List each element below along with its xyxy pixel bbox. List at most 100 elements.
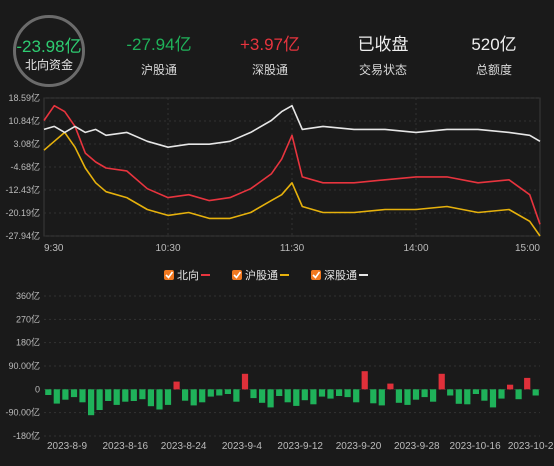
net-flow-bar: [430, 389, 437, 402]
legend-item: 北向: [164, 268, 210, 282]
x-tick-label: 2023-8-16: [103, 441, 149, 452]
net-flow-bar: [489, 389, 497, 408]
sz-connect-label: 深股通: [251, 63, 288, 77]
intraday-line-chart: 18.59亿 10.84亿 3.08亿 -4.68亿 -12.43亿 -20.19亿 -27…: [5, 92, 541, 254]
net-flow-bar: [173, 381, 180, 390]
y-tick-label: 3.08亿: [13, 138, 40, 149]
y-tick-label: 360亿: [16, 290, 40, 301]
net-flow-bar: [310, 389, 317, 405]
net-flow-bar: [498, 389, 505, 399]
legend-label: 沪股通: [245, 268, 278, 282]
net-flow-bar: [344, 389, 351, 398]
net-flow-bar: [53, 389, 60, 404]
x-tick-label: 9:30: [44, 243, 64, 254]
net-flow-bar: [361, 371, 368, 390]
total-quota-label: 总额度: [475, 63, 512, 77]
net-flow-bar: [96, 389, 103, 410]
legend-item: 深股通: [311, 269, 368, 282]
daily-bar-chart: 360亿 270亿 180亿 90.00亿 0 -90.00亿 -180亿 2023-8-9 2…: [5, 290, 554, 452]
northbound-net-label: 北向资金: [24, 58, 73, 72]
series-line-深股通: [43, 104, 541, 149]
net-flow-bar: [147, 389, 154, 407]
x-tick-label: 2023-10-16: [450, 441, 502, 452]
x-tick-label: 2023-9-20: [336, 441, 382, 452]
net-flow-bar: [370, 389, 377, 404]
net-flow-bar: [447, 389, 454, 396]
chart-legend: 北向 沪股通 深股通: [164, 268, 368, 282]
x-tick-label: 2023-8-9: [47, 441, 87, 452]
trading-status-value: 已收盘: [357, 35, 409, 54]
net-flow-bar: [412, 389, 420, 400]
net-flow-bar: [515, 389, 522, 400]
net-flow-bar: [404, 389, 411, 405]
summary-header: -23.98亿 北向资金 -27.94亿 沪股通 +3.97亿 深股通 已收盘 …: [0, 0, 554, 92]
sz-connect-value: +3.97亿: [239, 35, 300, 54]
net-flow-bar: [455, 389, 462, 404]
net-flow-bar: [130, 389, 137, 401]
net-flow-bar: [532, 389, 539, 396]
y-tick-label: 180亿: [16, 337, 40, 348]
x-tick-label: 2023-10-25: [508, 441, 554, 452]
y-tick-label: 18.59亿: [8, 92, 40, 103]
net-flow-bar: [267, 389, 274, 408]
sh-connect-value: -27.94亿: [126, 35, 192, 54]
series-line-沪股通: [43, 131, 541, 237]
net-flow-bar: [45, 389, 52, 395]
northbound-net-value: -23.98亿: [16, 37, 82, 56]
sz-connect-stat: +3.97亿 深股通: [220, 30, 320, 78]
net-flow-bar: [224, 389, 231, 394]
y-tick-label: -4.68亿: [10, 161, 40, 172]
net-flow-bar: [395, 389, 402, 403]
net-flow-bar: [301, 389, 308, 401]
northbound-net-circle: -23.98亿 北向资金: [13, 15, 85, 87]
net-flow-bar: [241, 373, 249, 390]
y-tick-label: -20.19亿: [5, 207, 40, 218]
legend-checkbox: [232, 270, 242, 280]
net-flow-bar: [233, 389, 240, 402]
legend-checkbox: [311, 270, 321, 280]
net-flow-bar: [318, 389, 326, 397]
x-tick-label: 2023-9-12: [277, 441, 323, 452]
sh-connect-label: 沪股通: [140, 63, 177, 77]
net-flow-bar: [353, 389, 360, 403]
net-flow-bar: [70, 389, 78, 398]
legend-label: 深股通: [324, 269, 357, 282]
legend-checkbox: [164, 270, 174, 280]
net-flow-bar: [190, 389, 197, 406]
trading-status-stat: 已收盘 交易状态: [333, 30, 433, 78]
x-tick-label: 14:00: [403, 243, 428, 254]
net-flow-bar: [122, 389, 129, 402]
net-flow-bar: [164, 389, 172, 405]
x-tick-label: 2023-9-28: [394, 441, 440, 452]
net-flow-bar: [284, 389, 291, 403]
net-flow-bar: [62, 389, 69, 400]
y-tick-label: 0: [35, 384, 40, 394]
net-flow-bar: [139, 389, 146, 400]
net-flow-bar: [464, 389, 471, 405]
net-flow-bar: [438, 373, 445, 390]
net-flow-bar: [105, 389, 112, 401]
net-flow-bar: [378, 389, 385, 406]
total-quota-value: 520亿: [471, 35, 517, 54]
y-tick-label: -27.94亿: [5, 230, 40, 241]
net-flow-bar: [507, 384, 514, 390]
net-flow-bar: [199, 389, 206, 403]
net-flow-bar: [336, 389, 343, 396]
legend-item: 沪股通: [232, 268, 289, 282]
x-tick-label: 15:00: [515, 243, 540, 254]
total-quota-stat: 520亿 总额度: [444, 30, 544, 78]
legend-label: 北向: [177, 268, 199, 282]
x-tick-label: 11:30: [280, 243, 305, 254]
y-tick-label: -90.00亿: [5, 407, 40, 418]
y-tick-label: 90.00亿: [8, 360, 40, 371]
y-tick-label: -12.43亿: [5, 184, 40, 195]
net-flow-bar: [113, 389, 120, 405]
net-flow-bar: [259, 389, 266, 403]
net-flow-bar: [156, 389, 163, 410]
net-flow-bar: [293, 389, 300, 406]
net-flow-bar: [472, 389, 479, 394]
net-flow-bar: [387, 383, 394, 390]
sh-connect-stat: -27.94亿 沪股通: [109, 30, 209, 78]
x-tick-label: 2023-8-24: [161, 441, 207, 452]
y-tick-label: 270亿: [16, 313, 40, 324]
